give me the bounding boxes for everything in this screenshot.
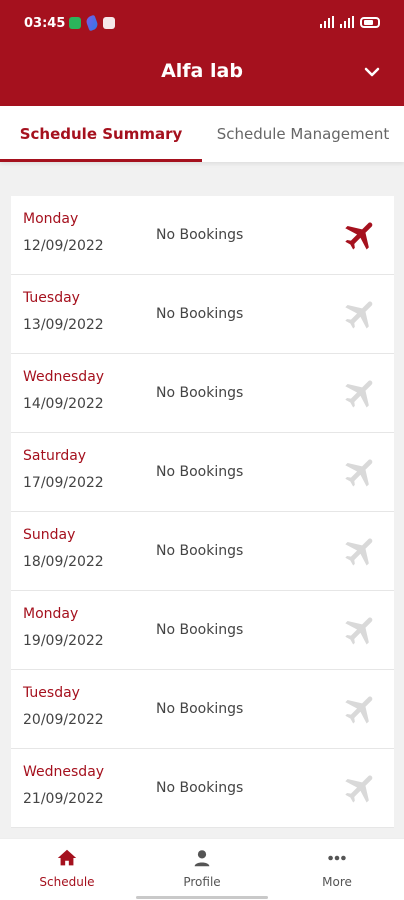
day-label: Monday <box>23 211 79 227</box>
schedule-list: Monday 12/09/2022 No Bookings Tuesday 13… <box>11 196 394 828</box>
nav-label: Profile <box>183 875 221 889</box>
airplane-icon[interactable] <box>342 374 380 412</box>
notification-icons <box>69 14 115 32</box>
date-label: 14/09/2022 <box>23 396 104 412</box>
date-label: 20/09/2022 <box>23 712 104 728</box>
booking-status: No Bookings <box>156 780 244 796</box>
date-label: 18/09/2022 <box>23 554 104 570</box>
app-notification-icon <box>84 14 100 32</box>
airplane-icon[interactable] <box>342 690 380 728</box>
system-status-icons <box>320 16 380 28</box>
list-item[interactable]: Tuesday 13/09/2022 No Bookings <box>11 275 394 354</box>
chevron-down-icon[interactable] <box>360 60 384 84</box>
day-label: Saturday <box>23 448 87 464</box>
booking-status: No Bookings <box>156 227 244 243</box>
more-icon <box>328 855 346 861</box>
bottom-navigation: Schedule Profile More <box>0 838 404 900</box>
list-item[interactable]: Saturday 17/09/2022 No Bookings <box>11 433 394 512</box>
day-label: Tuesday <box>23 290 80 306</box>
tab-bar: Schedule Summary Schedule Management <box>0 106 404 162</box>
app-notification-icon <box>69 17 81 29</box>
day-label: Wednesday <box>23 369 105 385</box>
day-label: Monday <box>23 606 79 622</box>
status-time: 03:45 <box>24 16 66 31</box>
status-bar: 03:45 <box>0 0 404 46</box>
booking-status: No Bookings <box>156 701 244 717</box>
list-item[interactable]: Wednesday 21/09/2022 No Bookings <box>11 749 394 828</box>
list-item[interactable]: Tuesday 20/09/2022 No Bookings <box>11 670 394 749</box>
airplane-icon[interactable] <box>342 611 380 649</box>
tab-schedule-summary[interactable]: Schedule Summary <box>0 106 202 162</box>
airplane-icon[interactable] <box>342 532 380 570</box>
booking-status: No Bookings <box>156 385 244 401</box>
day-label: Sunday <box>23 527 76 543</box>
airplane-icon[interactable] <box>342 216 380 254</box>
nav-label: More <box>322 875 352 889</box>
airplane-icon[interactable] <box>342 769 380 807</box>
booking-status: No Bookings <box>156 464 244 480</box>
date-label: 19/09/2022 <box>23 633 104 649</box>
nav-label: Schedule <box>39 875 95 889</box>
date-label: 17/09/2022 <box>23 475 104 491</box>
active-tab-indicator <box>0 159 202 162</box>
message-icon <box>103 17 115 29</box>
app-header: 03:45 Alfa lab <box>0 0 404 106</box>
battery-icon <box>360 16 380 28</box>
home-icon <box>57 849 77 866</box>
tab-schedule-management[interactable]: Schedule Management <box>202 106 404 162</box>
day-label: Tuesday <box>23 685 80 701</box>
booking-status: No Bookings <box>156 306 244 322</box>
airplane-icon[interactable] <box>342 453 380 491</box>
airplane-icon[interactable] <box>342 295 380 333</box>
signal-icon <box>320 16 334 28</box>
nav-item-schedule[interactable]: Schedule <box>0 847 134 889</box>
page-title: Alfa lab <box>161 60 243 82</box>
person-icon <box>194 850 210 867</box>
day-label: Wednesday <box>23 764 105 780</box>
date-label: 13/09/2022 <box>23 317 104 333</box>
date-label: 12/09/2022 <box>23 238 104 254</box>
booking-status: No Bookings <box>156 543 244 559</box>
nav-item-profile[interactable]: Profile <box>135 847 269 889</box>
list-item[interactable]: Monday 12/09/2022 No Bookings <box>11 196 394 275</box>
booking-status: No Bookings <box>156 622 244 638</box>
gesture-bar <box>136 896 268 899</box>
signal-icon <box>340 16 354 28</box>
nav-item-more[interactable]: More <box>270 847 404 889</box>
list-item[interactable]: Sunday 18/09/2022 No Bookings <box>11 512 394 591</box>
list-item[interactable]: Wednesday 14/09/2022 No Bookings <box>11 354 394 433</box>
date-label: 21/09/2022 <box>23 791 104 807</box>
list-item[interactable]: Monday 19/09/2022 No Bookings <box>11 591 394 670</box>
